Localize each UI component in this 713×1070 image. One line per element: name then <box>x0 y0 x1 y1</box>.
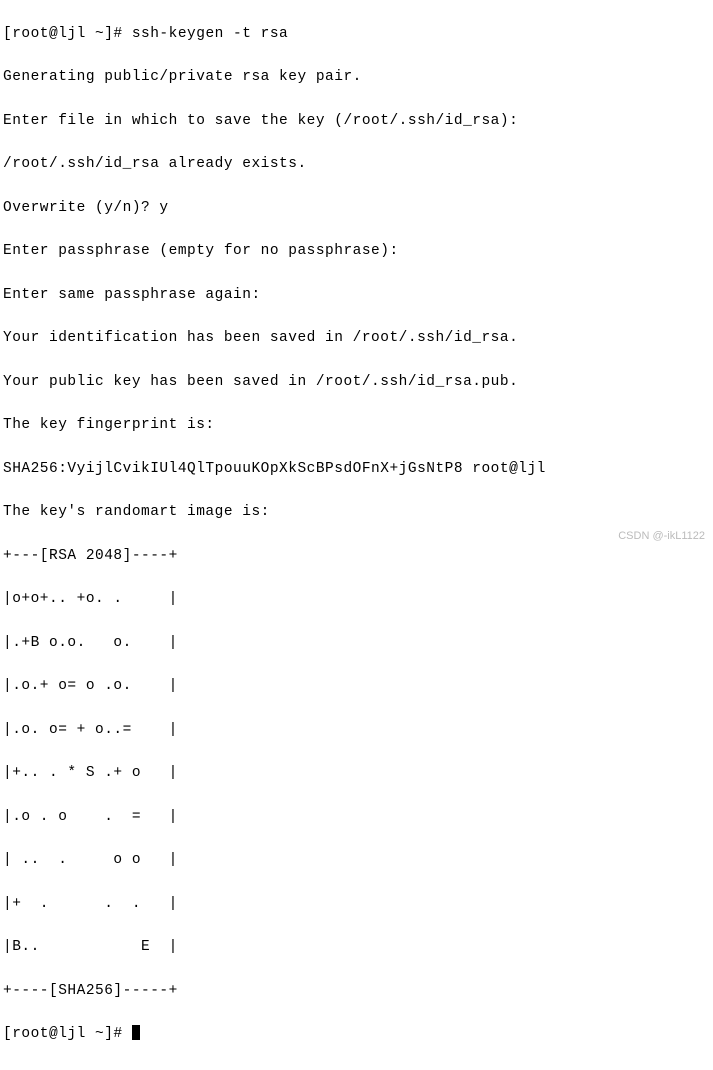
output-line: Enter passphrase (empty for no passphras… <box>3 241 710 263</box>
shell-prompt: [root@ljl ~]# <box>3 26 132 42</box>
output-line: /root/.ssh/id_rsa already exists. <box>3 154 710 176</box>
output-line: The key fingerprint is: <box>3 415 710 437</box>
randomart-row: |.o. o= + o..= | <box>3 720 710 742</box>
randomart-row: |.o.+ o= o .o. | <box>3 676 710 698</box>
output-line: SHA256:VyijlCvikIUl4QlTpouuKOpXkScBPsdOF… <box>3 459 710 481</box>
randomart-row: |+.. . * S .+ o | <box>3 763 710 785</box>
shell-prompt: [root@ljl ~]# <box>3 1026 132 1042</box>
randomart-row: |B.. E | <box>3 937 710 959</box>
output-line: Enter file in which to save the key (/ro… <box>3 111 710 133</box>
randomart-row: |.+B o.o. o. | <box>3 633 710 655</box>
randomart-row: |+ . . . | <box>3 894 710 916</box>
prompt-line-2[interactable]: [root@ljl ~]# <box>3 1024 710 1046</box>
cursor-icon <box>132 1025 140 1040</box>
output-line: Your identification has been saved in /r… <box>3 328 710 350</box>
randomart-row: |.o . o . = | <box>3 807 710 829</box>
output-line: Enter same passphrase again: <box>3 285 710 307</box>
output-line: The key's randomart image is: <box>3 502 710 524</box>
output-line: Overwrite (y/n)? y <box>3 198 710 220</box>
randomart-border: +---[RSA 2048]----+ <box>3 546 710 568</box>
terminal-output: [root@ljl ~]# ssh-keygen -t rsa Generati… <box>0 0 713 1070</box>
output-line: Generating public/private rsa key pair. <box>3 67 710 89</box>
randomart-border: +----[SHA256]-----+ <box>3 981 710 1003</box>
output-line: Your public key has been saved in /root/… <box>3 372 710 394</box>
prompt-line-1[interactable]: [root@ljl ~]# ssh-keygen -t rsa <box>3 24 710 46</box>
randomart-row: | .. . o o | <box>3 850 710 872</box>
randomart-row: |o+o+.. +o. . | <box>3 589 710 611</box>
entered-command: ssh-keygen -t rsa <box>132 26 288 42</box>
watermark-text: CSDN @-ikL1122 <box>618 528 705 545</box>
